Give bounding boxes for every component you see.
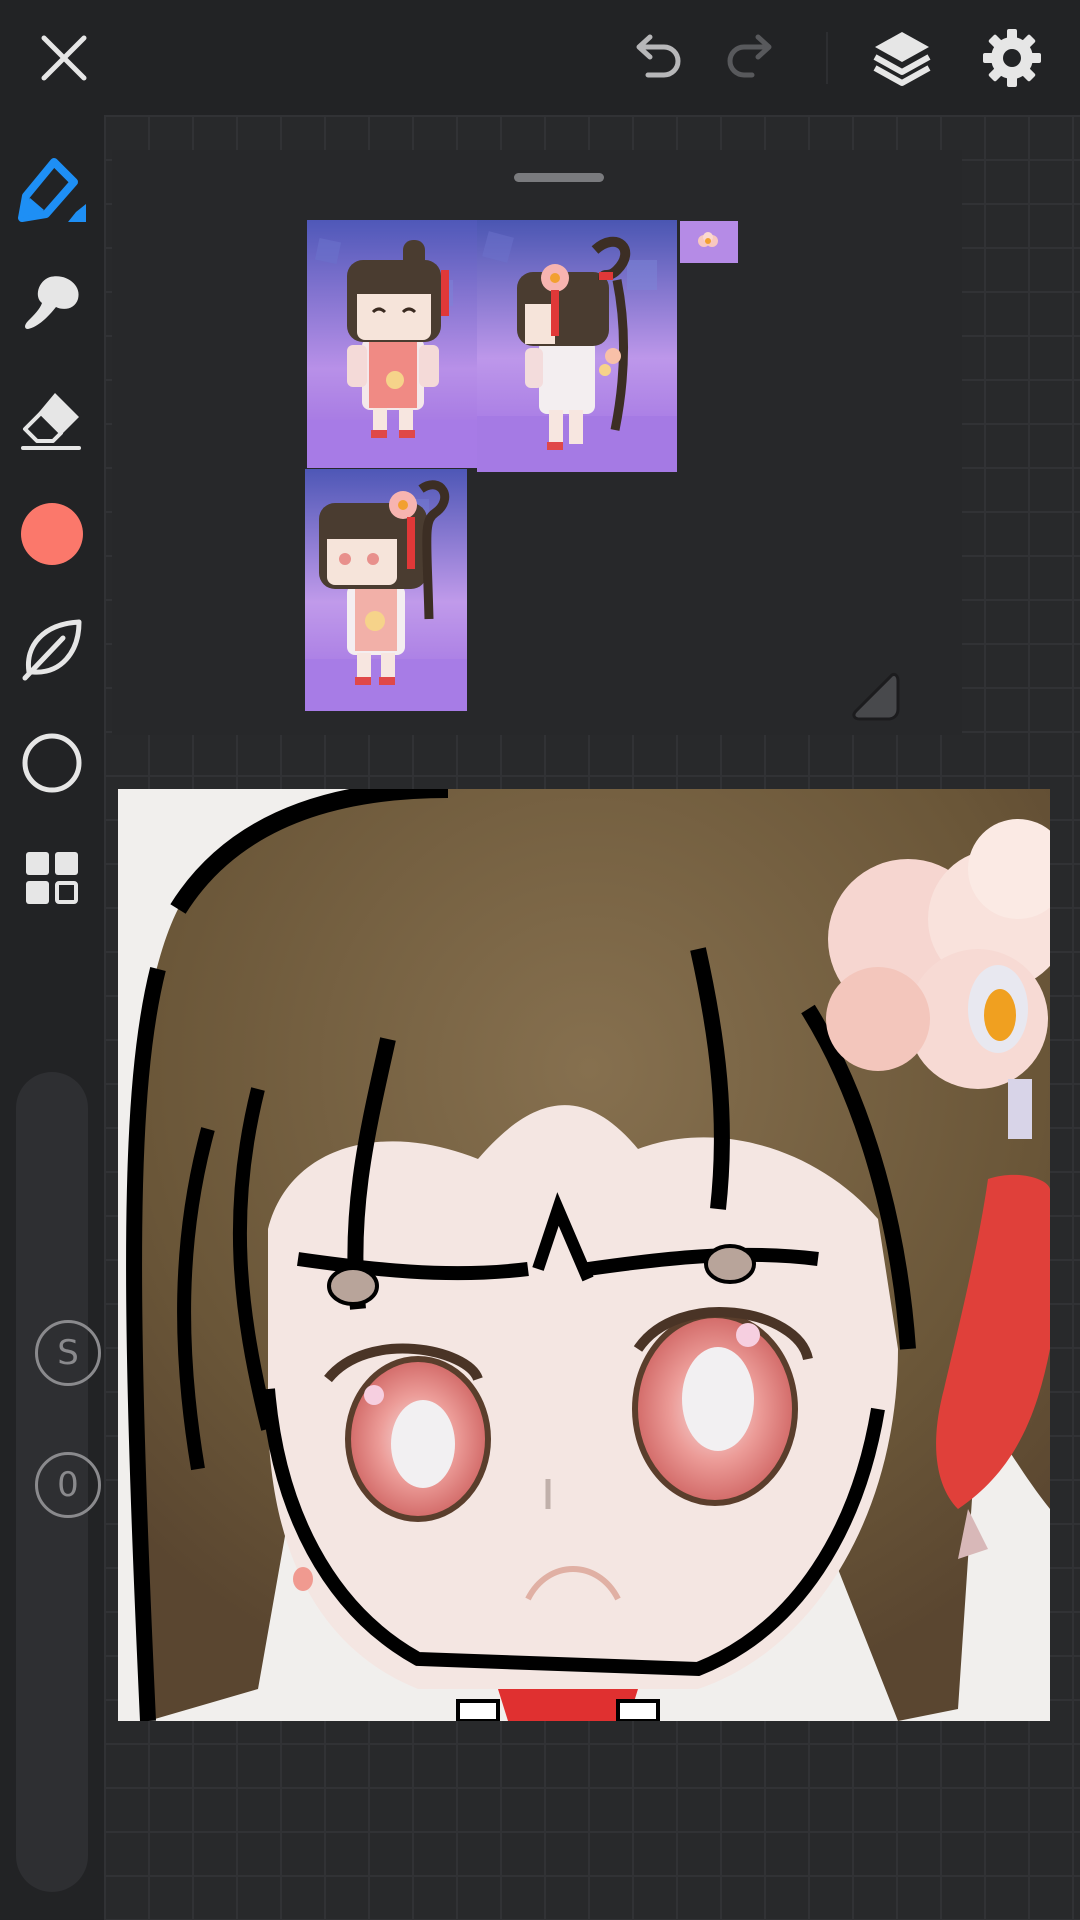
circle-shape-icon (22, 733, 82, 793)
redo-button[interactable] (716, 25, 788, 91)
brush-library-tool[interactable] (12, 609, 92, 689)
settings-button[interactable] (976, 22, 1048, 94)
eraser-icon (21, 393, 81, 450)
opacity-slider-label: 0 (57, 1465, 79, 1505)
leaf-brush-icon (22, 619, 82, 681)
reference-image-front[interactable] (307, 220, 479, 468)
palette-tool[interactable] (12, 838, 92, 918)
close-icon (41, 35, 87, 81)
current-color-swatch (21, 503, 83, 565)
opacity-slider-knob[interactable]: 0 (35, 1452, 101, 1518)
reference-resize-handle[interactable] (846, 667, 902, 727)
shape-tool[interactable] (12, 723, 92, 803)
pencil-icon (18, 158, 86, 222)
eraser-tool[interactable] (12, 380, 92, 460)
size-slider-label: S (57, 1333, 79, 1373)
toolbar-divider (826, 32, 828, 84)
layers-button[interactable] (866, 22, 938, 94)
smudge-icon (25, 276, 79, 329)
resize-corner-icon (852, 673, 900, 721)
smudge-tool[interactable] (12, 263, 92, 343)
reference-image-three-quarter[interactable] (305, 469, 467, 711)
brush-slider-track[interactable]: S 0 (16, 1072, 101, 1892)
pencil-tool[interactable] (12, 148, 92, 228)
color-picker-button[interactable] (12, 494, 92, 574)
undo-button[interactable] (620, 25, 692, 91)
layers-icon (873, 32, 931, 86)
settings-icon (983, 29, 1041, 87)
close-button[interactable] (28, 25, 100, 91)
reference-drag-handle[interactable] (514, 173, 604, 182)
reference-panel[interactable] (112, 150, 962, 735)
tool-sidebar: S 0 (0, 115, 104, 1920)
undo-icon (636, 34, 681, 78)
artwork-illustration (118, 789, 1050, 1721)
reference-image-side[interactable] (477, 220, 677, 472)
top-toolbar (0, 0, 1080, 115)
reference-image-flower[interactable] (680, 221, 738, 263)
redo-icon (727, 34, 772, 78)
artwork-canvas[interactable] (118, 789, 1050, 1721)
drawing-app: S 0 (0, 0, 1080, 1920)
grid-palette-icon (26, 852, 78, 904)
size-slider-knob[interactable]: S (35, 1320, 101, 1386)
